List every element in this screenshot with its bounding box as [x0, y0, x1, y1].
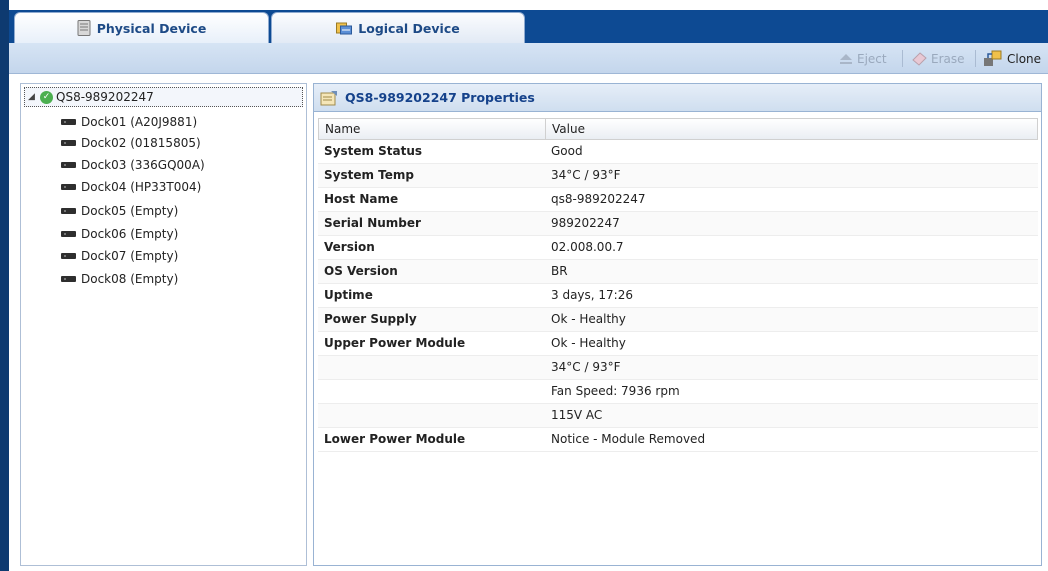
drive-icon	[61, 253, 76, 259]
tree-root-node[interactable]: ◢ ✓ QS8-989202247	[24, 87, 303, 107]
eraser-icon	[912, 51, 927, 66]
eject-button[interactable]: Eject	[839, 49, 887, 68]
tree-item-label: Dock04 (HP33T004)	[81, 180, 202, 194]
column-header-name[interactable]: Name	[319, 119, 546, 139]
drive-icon	[61, 184, 76, 190]
property-value: Ok - Healthy	[551, 312, 626, 326]
property-name: System Status	[324, 144, 423, 158]
properties-icon	[320, 90, 337, 105]
collapse-arrow-icon[interactable]: ◢	[28, 92, 37, 102]
table-row[interactable]: OS Version BR	[318, 260, 1038, 284]
device-tree: ◢ ✓ QS8-989202247 Dock01 (A20J9881) Dock…	[20, 83, 307, 566]
tree-item-dock07[interactable]: Dock07 (Empty)	[61, 246, 178, 266]
property-value: qs8-989202247	[551, 192, 646, 206]
table-row[interactable]: System Status Good	[318, 140, 1038, 164]
property-name: OS Version	[324, 264, 398, 278]
property-name: Version	[324, 240, 375, 254]
property-name	[318, 404, 545, 427]
drive-icon	[61, 231, 76, 237]
tab-bar: Physical Device Logical Device	[9, 10, 1048, 43]
property-value: 02.008.00.7	[551, 240, 624, 254]
tree-item-label: Dock01 (A20J9881)	[81, 115, 198, 129]
tab-physical-device-label: Physical Device	[96, 20, 207, 36]
property-name: Upper Power Module	[324, 336, 466, 350]
tab-logical-device-label: Logical Device	[358, 20, 460, 36]
table-row[interactable]: Version 02.008.00.7	[318, 236, 1038, 260]
table-row[interactable]: Serial Number 989202247	[318, 212, 1038, 236]
property-name	[318, 380, 545, 403]
table-row[interactable]: Lower Power Module Notice - Module Remov…	[318, 428, 1038, 452]
table-row[interactable]: 34°C / 93°F	[318, 356, 1038, 380]
table-row[interactable]: Fan Speed: 7936 rpm	[318, 380, 1038, 404]
eject-icon	[840, 53, 852, 64]
status-ok-icon: ✓	[40, 90, 53, 104]
property-value: 115V AC	[551, 408, 603, 422]
table-row[interactable]: Host Name qs8-989202247	[318, 188, 1038, 212]
drive-icon	[61, 208, 76, 214]
tree-root-label: QS8-989202247	[56, 90, 154, 104]
property-value: 989202247	[551, 216, 620, 230]
property-name: Host Name	[324, 192, 399, 206]
tree-item-label: Dock03 (336GQ00A)	[81, 158, 205, 172]
table-row[interactable]: System Temp 34°C / 93°F	[318, 164, 1038, 188]
drive-icon	[61, 276, 76, 282]
property-value: Good	[551, 144, 583, 158]
property-name: System Temp	[324, 168, 414, 182]
erase-button[interactable]: Erase	[911, 49, 965, 68]
tree-item-dock02[interactable]: Dock02 (01815805)	[61, 133, 201, 153]
drive-icon	[61, 140, 76, 146]
tree-item-label: Dock08 (Empty)	[81, 272, 179, 286]
tree-item-label: Dock07 (Empty)	[81, 249, 179, 263]
properties-grid: Name Value System Status Good System Tem…	[318, 118, 1038, 452]
property-value: BR	[551, 264, 568, 278]
property-name: Serial Number	[324, 216, 421, 230]
property-value: 34°C / 93°F	[551, 360, 621, 374]
table-row[interactable]: Uptime 3 days, 17:26	[318, 284, 1038, 308]
tree-item-dock06[interactable]: Dock06 (Empty)	[61, 224, 178, 244]
drive-icon	[61, 162, 76, 168]
clone-icon	[984, 50, 1002, 66]
table-row[interactable]: 115V AC	[318, 404, 1038, 428]
properties-panel-header: QS8-989202247 Properties	[314, 84, 1041, 112]
eject-label: Eject	[857, 51, 887, 66]
table-row[interactable]: Upper Power Module Ok - Healthy	[318, 332, 1038, 356]
clone-button[interactable]: Clone	[983, 49, 1041, 68]
toolbar: Eject Erase Clone	[9, 43, 1048, 74]
property-value: Fan Speed: 7936 rpm	[551, 384, 680, 398]
drive-icon	[61, 119, 76, 125]
tree-item-dock08[interactable]: Dock08 (Empty)	[61, 269, 178, 289]
property-name: Uptime	[324, 288, 373, 302]
toolbar-separator	[902, 50, 903, 67]
property-value: 34°C / 93°F	[551, 168, 621, 182]
property-value: Notice - Module Removed	[551, 432, 706, 446]
tree-item-label: Dock02 (01815805)	[81, 136, 201, 150]
property-name: Lower Power Module	[324, 432, 466, 446]
tree-item-dock01[interactable]: Dock01 (A20J9881)	[61, 112, 197, 132]
erase-label: Erase	[931, 51, 965, 66]
property-value: 3 days, 17:26	[551, 288, 633, 302]
tree-item-dock03[interactable]: Dock03 (336GQ00A)	[61, 155, 205, 175]
property-name	[318, 356, 545, 379]
properties-panel: QS8-989202247 Properties Name Value Syst…	[313, 83, 1042, 566]
grid-header: Name Value	[318, 118, 1038, 140]
property-value: Ok - Healthy	[551, 336, 626, 350]
toolbar-separator	[975, 50, 976, 67]
server-icon	[77, 20, 91, 36]
properties-title: QS8-989202247 Properties	[345, 90, 535, 105]
property-name: Power Supply	[324, 312, 417, 326]
drives-icon	[336, 22, 353, 35]
tree-item-label: Dock06 (Empty)	[81, 227, 179, 241]
tree-item-dock04[interactable]: Dock04 (HP33T004)	[61, 177, 201, 197]
tab-physical-device[interactable]: Physical Device	[14, 12, 269, 43]
tree-item-label: Dock05 (Empty)	[81, 204, 179, 218]
window-left-edge	[0, 0, 9, 571]
table-row[interactable]: Power Supply Ok - Healthy	[318, 308, 1038, 332]
clone-label: Clone	[1007, 51, 1042, 66]
column-header-value[interactable]: Value	[546, 119, 1037, 139]
tab-logical-device[interactable]: Logical Device	[271, 12, 525, 43]
tree-item-dock05[interactable]: Dock05 (Empty)	[61, 201, 178, 221]
